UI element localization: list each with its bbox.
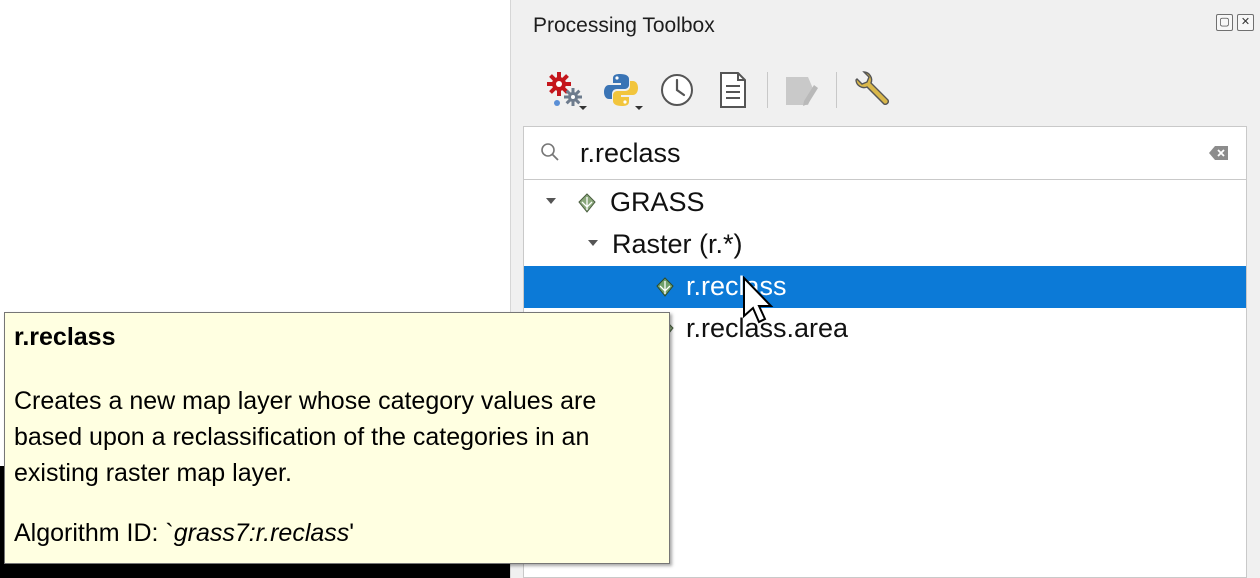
models-icon[interactable]	[537, 64, 593, 116]
edit-features-in-place-icon[interactable]	[774, 64, 830, 116]
history-icon[interactable]	[649, 64, 705, 116]
expand-arrow-icon[interactable]	[588, 240, 598, 246]
float-icon[interactable]: ▢	[1216, 14, 1233, 31]
search-icon	[541, 143, 559, 161]
search-input[interactable]	[580, 133, 1180, 173]
tooltip-id-suffix: '	[349, 519, 355, 547]
toolbar-separator	[836, 72, 837, 108]
tooltip-description: Creates a new map layer whose category v…	[14, 387, 597, 487]
grass-icon	[578, 193, 596, 213]
tooltip-id-value: grass7:r.reclass	[173, 519, 350, 547]
tooltip-title: r.reclass	[14, 323, 116, 351]
toolbar	[537, 62, 899, 118]
toolbar-separator	[767, 72, 768, 108]
tooltip-algorithm-id: Algorithm ID: `grass7:r.reclass'	[14, 519, 354, 548]
tree-node-raster[interactable]: Raster (r.*)	[524, 224, 1246, 266]
tree-node-label: Raster (r.*)	[612, 229, 743, 259]
clear-search-icon[interactable]	[1208, 144, 1230, 162]
panel-title-buttons: ▢ ✕	[1216, 14, 1254, 31]
options-wrench-icon[interactable]	[843, 64, 899, 116]
panel-title: Processing Toolbox	[533, 14, 715, 37]
python-scripts-icon[interactable]	[593, 64, 649, 116]
grass-algorithm-icon	[656, 277, 674, 297]
expand-arrow-icon[interactable]	[546, 198, 556, 204]
dropdown-arrow-icon[interactable]	[579, 106, 587, 110]
tree-node-label: GRASS	[610, 187, 705, 217]
mouse-cursor-icon	[743, 276, 774, 324]
algorithm-tooltip: r.reclass Creates a new map layer whose …	[4, 312, 670, 564]
results-viewer-icon[interactable]	[705, 64, 761, 116]
tooltip-id-prefix: Algorithm ID: `	[14, 519, 174, 547]
dropdown-arrow-icon[interactable]	[635, 106, 643, 110]
tree-item-r-reclass[interactable]: r.reclass	[524, 266, 1246, 308]
search-box	[523, 126, 1247, 180]
close-icon[interactable]: ✕	[1237, 14, 1254, 31]
tree-node-grass[interactable]: GRASS	[524, 182, 1246, 224]
